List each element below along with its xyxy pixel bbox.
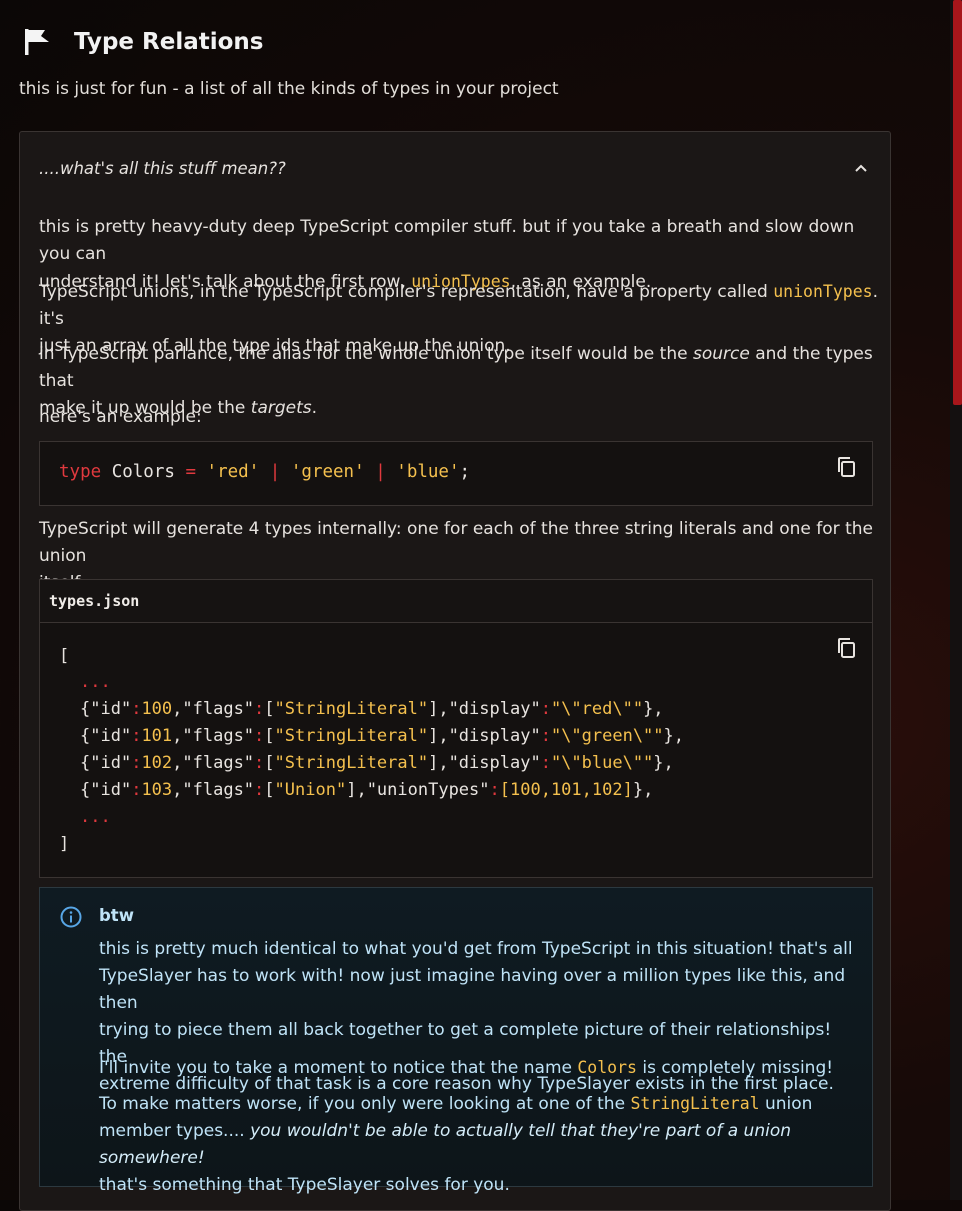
accordion-header[interactable]: ....what's all this stuff mean??: [20, 132, 890, 204]
paragraph-example: here's an example:: [39, 407, 202, 427]
text: in TypeScript parlance, the alias for th…: [39, 344, 693, 364]
code-identifier: Colors: [101, 462, 186, 482]
code-operator: |: [375, 462, 386, 482]
code-number: 102: [141, 753, 173, 773]
scrollbar-thumb[interactable]: [953, 0, 962, 405]
page-header: Type Relations: [24, 28, 263, 56]
accordion-question: ....what's all this stuff mean??: [39, 159, 286, 178]
chevron-up-icon[interactable]: [854, 162, 868, 174]
page-title: Type Relations: [74, 29, 264, 55]
copy-icon[interactable]: [836, 637, 856, 659]
code-value: "\"red\"": [550, 699, 644, 719]
code-number: 103: [141, 780, 173, 800]
code-string: 'green': [290, 462, 365, 482]
text: union: [759, 1094, 813, 1114]
code-keyword: type: [59, 462, 102, 482]
code-key: "display": [448, 699, 541, 719]
text: that's something that TypeSlayer solves …: [99, 1175, 510, 1195]
code-number: 100: [141, 699, 173, 719]
text: To make matters worse, if you only were …: [99, 1094, 631, 1114]
code-ellipsis: ...: [80, 807, 111, 827]
code-block-types-json: types.json [ ... {"id":100,"flags":["Str…: [39, 579, 873, 878]
code-key: "display": [448, 726, 541, 746]
code-line: type Colors = 'red' | 'green' | 'blue';: [59, 462, 470, 482]
code-number: 101: [141, 726, 173, 746]
code-string: "StringLiteral": [274, 726, 429, 746]
code-string: 'red': [206, 462, 260, 482]
code-value: "\"green\"": [550, 726, 664, 746]
code-block-colors: type Colors = 'red' | 'green' | 'blue';: [39, 441, 873, 506]
text: TypeSlayer has to work with! now just im…: [99, 966, 846, 1013]
info-icon: [60, 906, 82, 928]
code-string: "StringLiteral": [274, 699, 429, 719]
info-callout: btw this is pretty much identical to wha…: [39, 887, 873, 1195]
code-string: "Union": [274, 780, 347, 800]
code-value: [100,101,102]: [499, 780, 633, 800]
explanation-accordion: ....what's all this stuff mean?? this is…: [19, 131, 891, 1211]
code-string: 'blue': [396, 462, 460, 482]
page-subtitle: this is just for fun - a list of all the…: [19, 79, 559, 99]
code-operator: =: [185, 462, 196, 482]
text: member types....: [99, 1121, 251, 1141]
code-file-header: types.json: [40, 580, 872, 623]
code-open-bracket: [: [59, 646, 70, 666]
text: this is pretty heavy-duty deep TypeScrip…: [39, 217, 855, 264]
text: this is pretty much identical to what yo…: [99, 939, 853, 959]
code-json-row: {"id":100,"flags":["StringLiteral"],"dis…: [80, 699, 664, 719]
code-value: "\"blue\"": [550, 753, 654, 773]
text: I'll invite you to take a moment to noti…: [99, 1058, 578, 1078]
code-filename: types.json: [49, 592, 140, 610]
flag-icon: [25, 29, 49, 55]
text: TypeScript unions, in the TypeScript com…: [39, 282, 774, 302]
info-title: btw: [99, 906, 134, 925]
code-close-bracket: ]: [59, 834, 70, 854]
code-key: "unionTypes": [366, 780, 490, 800]
info-paragraph-2: I'll invite you to take a moment to noti…: [99, 1054, 859, 1082]
code-punct: ;: [459, 462, 471, 482]
inline-code: Colors: [577, 1058, 637, 1077]
code-key: "display": [448, 753, 541, 773]
code-json-row: {"id":101,"flags":["StringLiteral"],"dis…: [80, 726, 685, 746]
code-json-row: {"id":103,"flags":["Union"],"unionTypes"…: [80, 780, 654, 800]
code-ellipsis: ...: [80, 672, 111, 692]
info-paragraph-3: To make matters worse, if you only were …: [99, 1090, 859, 1199]
inline-code: unionTypes: [773, 282, 873, 301]
copy-icon[interactable]: [836, 456, 856, 478]
italic-text: source: [692, 344, 750, 364]
inline-code: StringLiteral: [630, 1094, 760, 1113]
code-string: "StringLiteral": [274, 753, 429, 773]
code-json-row: {"id":102,"flags":["StringLiteral"],"dis…: [80, 753, 674, 773]
text: is completely missing!: [636, 1058, 834, 1078]
text: TypeScript will generate 4 types interna…: [39, 519, 873, 566]
code-operator: |: [269, 462, 281, 482]
